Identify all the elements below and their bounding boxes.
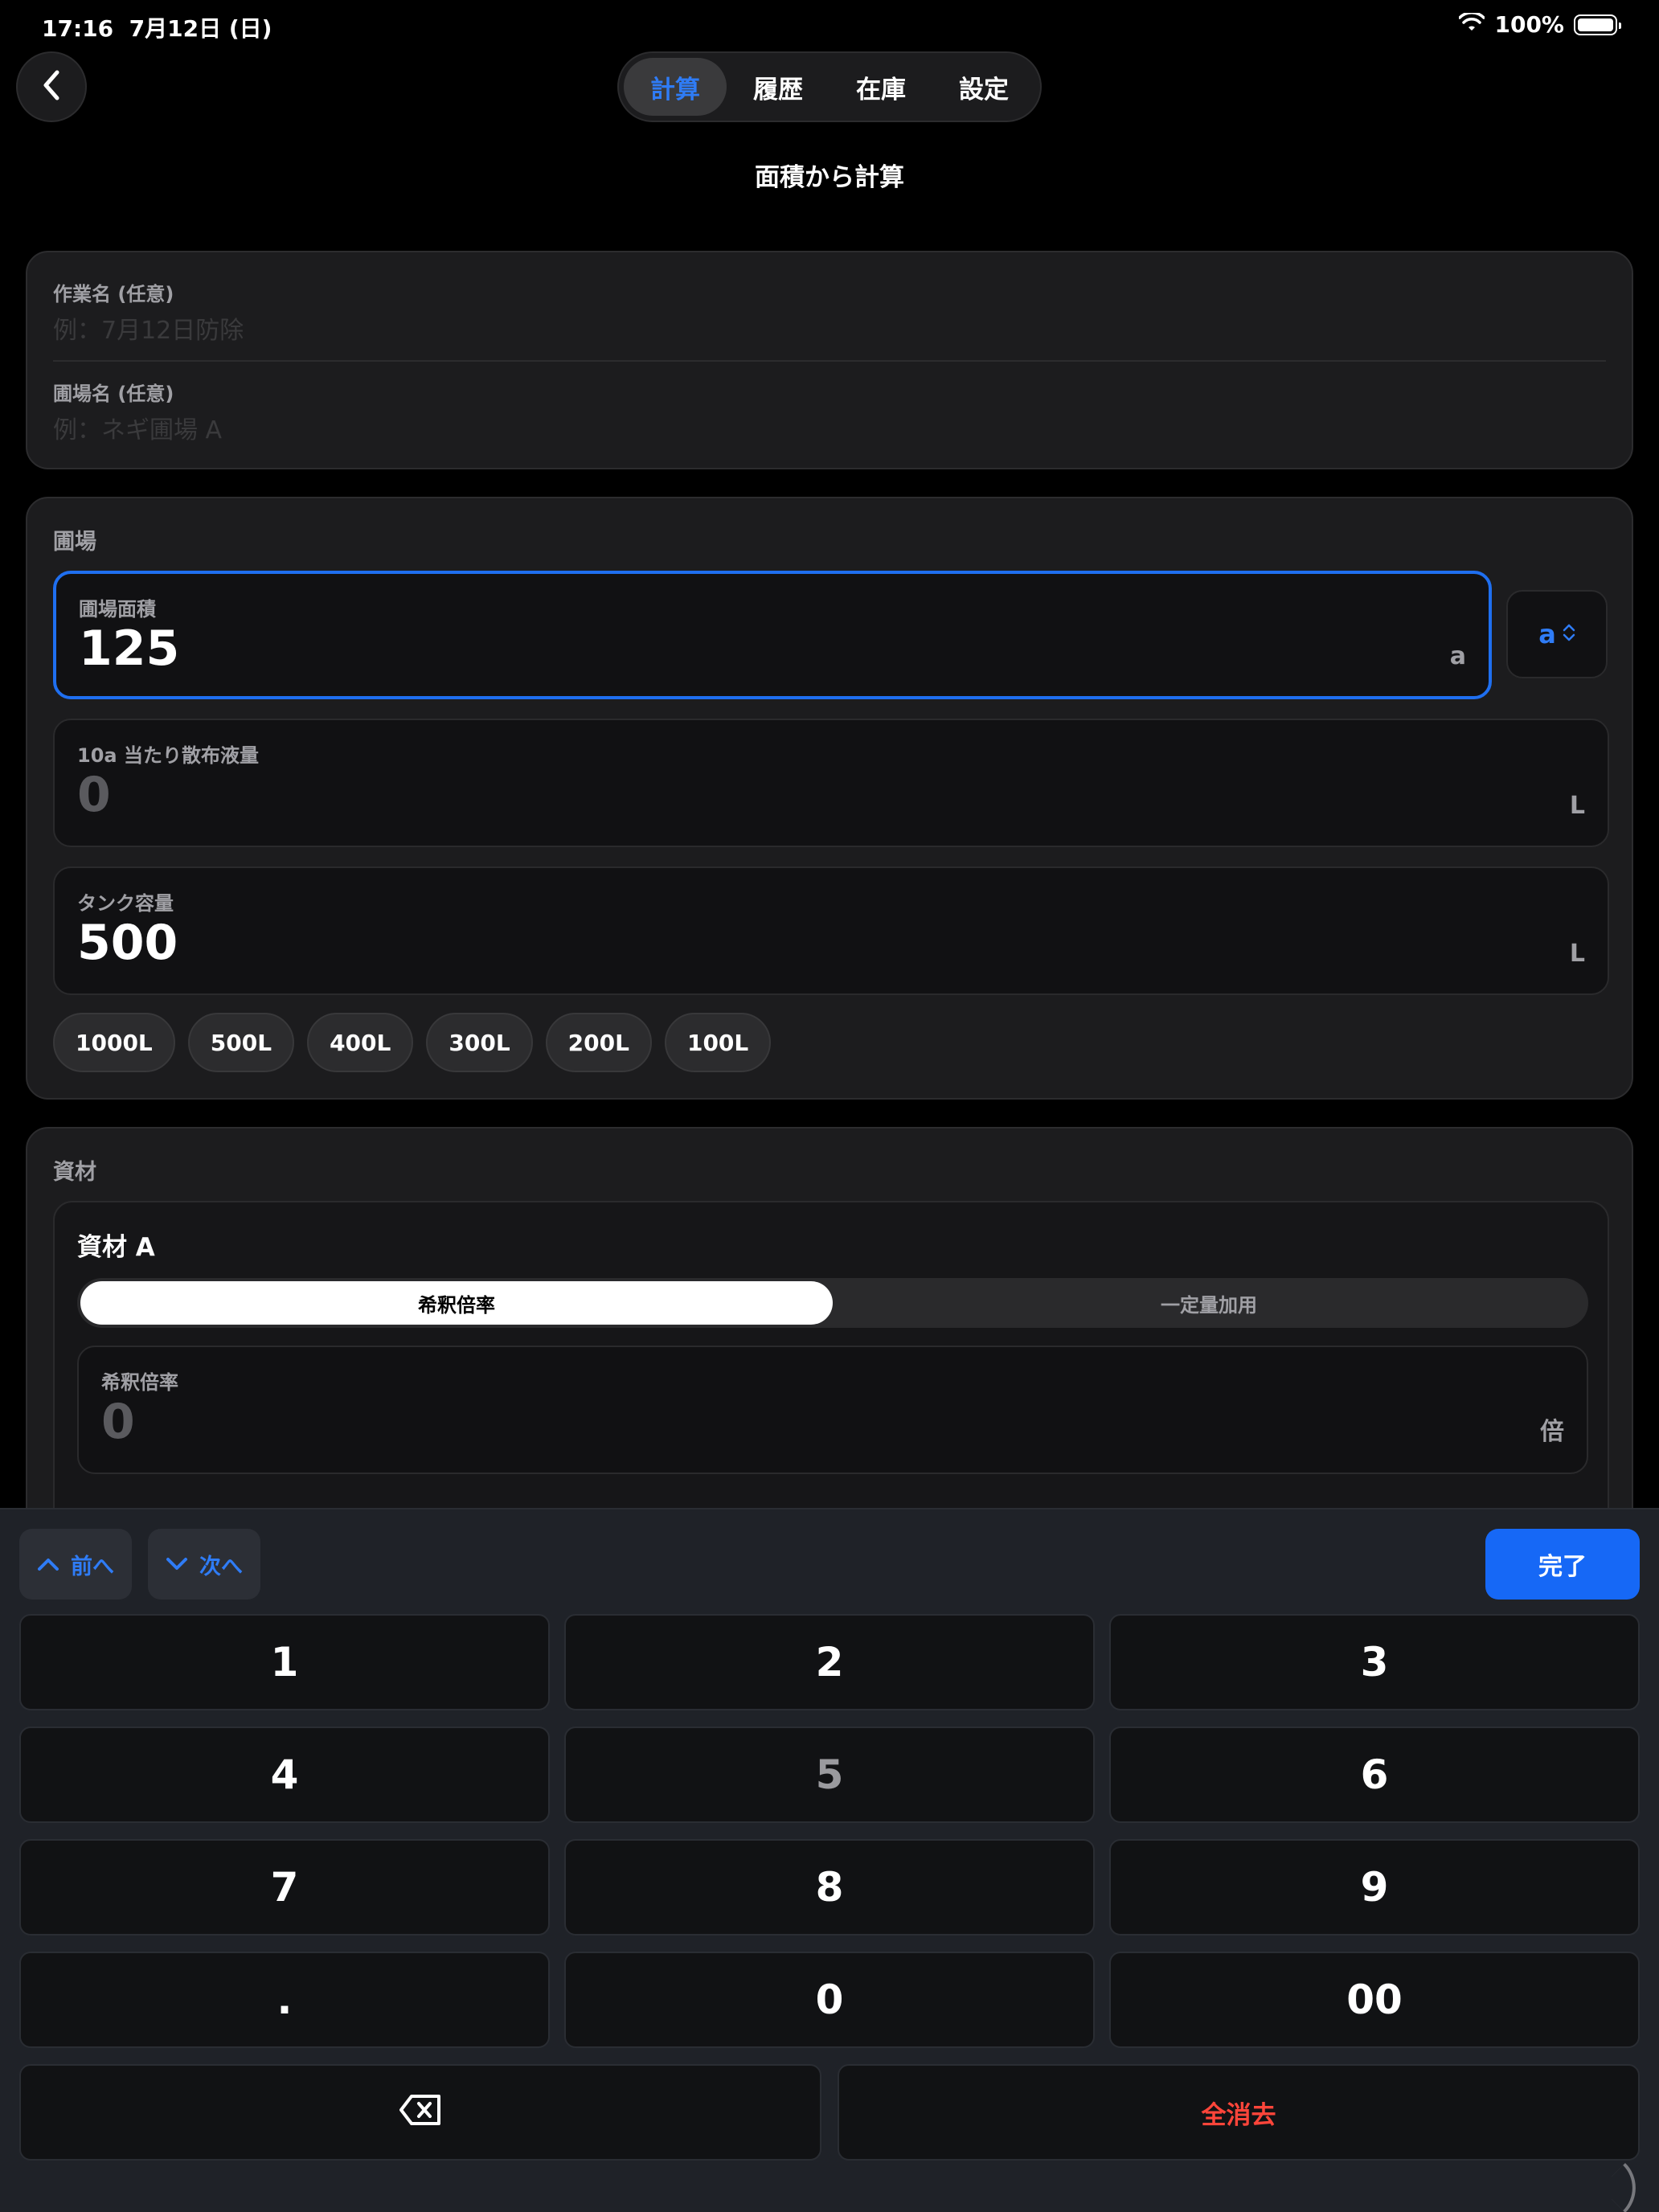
dilution-unit: 倍 (1540, 1418, 1564, 1446)
dilution-field[interactable]: 希釈倍率 0 倍 (77, 1346, 1588, 1474)
mode-fixed-amount[interactable]: 一定量加用 (833, 1281, 1585, 1325)
key-2[interactable]: 2 (564, 1614, 1095, 1710)
chevron-down-icon (166, 1552, 188, 1577)
tab-calculate[interactable]: 計算 (624, 58, 727, 116)
status-time: 17:16 7月12日 (日) (42, 15, 272, 42)
key-5[interactable]: 5 (564, 1727, 1095, 1823)
optional-info-card: 作業名 (任意) 例：7月12日防除 圃場名 (任意) 例：ネギ圃場 A (26, 251, 1633, 469)
key-7[interactable]: 7 (19, 1839, 550, 1936)
page-title: 面積から計算 (755, 163, 904, 192)
key-8[interactable]: 8 (564, 1839, 1095, 1936)
field-name-label: 圃場名 (任意) (53, 383, 174, 405)
tank-capacity-label: タンク容量 (77, 892, 174, 915)
backspace-key[interactable] (19, 2064, 821, 2161)
tank-capacity-field[interactable]: タンク容量 500 L (53, 866, 1609, 995)
status-bar: 17:16 7月12日 (日) 100% (0, 0, 1659, 51)
section-title-materials: 資材 (53, 1160, 96, 1185)
key-decimal[interactable]: . (19, 1952, 550, 2048)
battery-percent: 100% (1494, 11, 1564, 38)
chevron-left-icon (39, 69, 63, 104)
key-1[interactable]: 1 (19, 1614, 550, 1710)
key-6[interactable]: 6 (1109, 1727, 1640, 1823)
tank-preset-chip[interactable]: 500L (187, 1013, 295, 1072)
main-tab-bar: 計算 履歴 在庫 設定 (617, 51, 1042, 122)
area-value: 125 (79, 621, 180, 677)
tab-history[interactable]: 履歴 (727, 58, 830, 116)
prev-field-button[interactable]: 前へ (19, 1529, 132, 1600)
area-field[interactable]: 圃場面積 125 a (53, 571, 1492, 699)
spray-volume-field[interactable]: 10a 当たり散布液量 0 L (53, 719, 1609, 847)
delete-backward-icon (399, 2089, 442, 2136)
clear-all-key[interactable]: 全消去 (838, 2064, 1640, 2161)
next-label: 次へ (199, 1554, 243, 1579)
mode-dilution[interactable]: 希釈倍率 (80, 1281, 833, 1325)
resize-handle-icon (1600, 2162, 1651, 2212)
tank-preset-row: 1000L 500L 400L 300L 200L 100L (53, 1013, 772, 1072)
chevron-up-down-icon (1563, 619, 1575, 649)
area-label: 圃場面積 (79, 598, 156, 621)
dilution-value: 0 (101, 1394, 135, 1450)
tank-preset-chip[interactable]: 200L (545, 1013, 652, 1072)
done-button[interactable]: 完了 (1485, 1529, 1640, 1600)
field-section-card: 圃場 圃場面積 125 a a 10a 当たり散布液量 0 L タンク容量 50… (26, 497, 1633, 1100)
material-name: 資材 A (77, 1233, 155, 1262)
key-0[interactable]: 0 (564, 1952, 1095, 2048)
numeric-keyboard: 前へ 次へ 完了 1 2 3 4 5 6 7 8 9 . 0 00 全消去 (0, 1508, 1659, 2212)
area-unit-picker[interactable]: a (1506, 590, 1608, 678)
spray-volume-label: 10a 当たり散布液量 (77, 744, 259, 767)
spray-volume-value: 0 (77, 767, 111, 823)
material-mode-toggle: 希釈倍率 一定量加用 (77, 1278, 1588, 1328)
back-button[interactable] (16, 51, 87, 122)
dilution-label: 希釈倍率 (101, 1371, 178, 1394)
chevron-up-icon (37, 1552, 59, 1577)
area-unit: a (1449, 642, 1466, 670)
status-indicators: 100% (1458, 11, 1621, 38)
tank-capacity-value: 500 (77, 915, 178, 971)
tank-preset-chip[interactable]: 1000L (53, 1013, 175, 1072)
task-name-input[interactable]: 例：7月12日防除 (53, 310, 244, 346)
battery-icon (1574, 14, 1621, 35)
prev-label: 前へ (71, 1554, 114, 1579)
wifi-icon (1458, 11, 1486, 38)
tab-inventory[interactable]: 在庫 (830, 58, 932, 116)
field-name-input[interactable]: 例：ネギ圃場 A (53, 410, 222, 445)
key-3[interactable]: 3 (1109, 1614, 1640, 1710)
tank-preset-chip[interactable]: 400L (307, 1013, 414, 1072)
tab-settings[interactable]: 設定 (932, 58, 1035, 116)
section-title-field: 圃場 (53, 530, 96, 555)
spray-volume-unit: L (1569, 792, 1585, 820)
key-00[interactable]: 00 (1109, 1952, 1640, 2048)
tank-preset-chip[interactable]: 300L (426, 1013, 533, 1072)
tank-preset-chip[interactable]: 100L (664, 1013, 772, 1072)
key-9[interactable]: 9 (1109, 1839, 1640, 1936)
divider (53, 360, 1606, 362)
key-4[interactable]: 4 (19, 1727, 550, 1823)
next-field-button[interactable]: 次へ (148, 1529, 260, 1600)
task-name-label: 作業名 (任意) (53, 283, 174, 305)
tank-capacity-unit: L (1569, 940, 1585, 968)
unit-picker-value: a (1538, 619, 1556, 649)
